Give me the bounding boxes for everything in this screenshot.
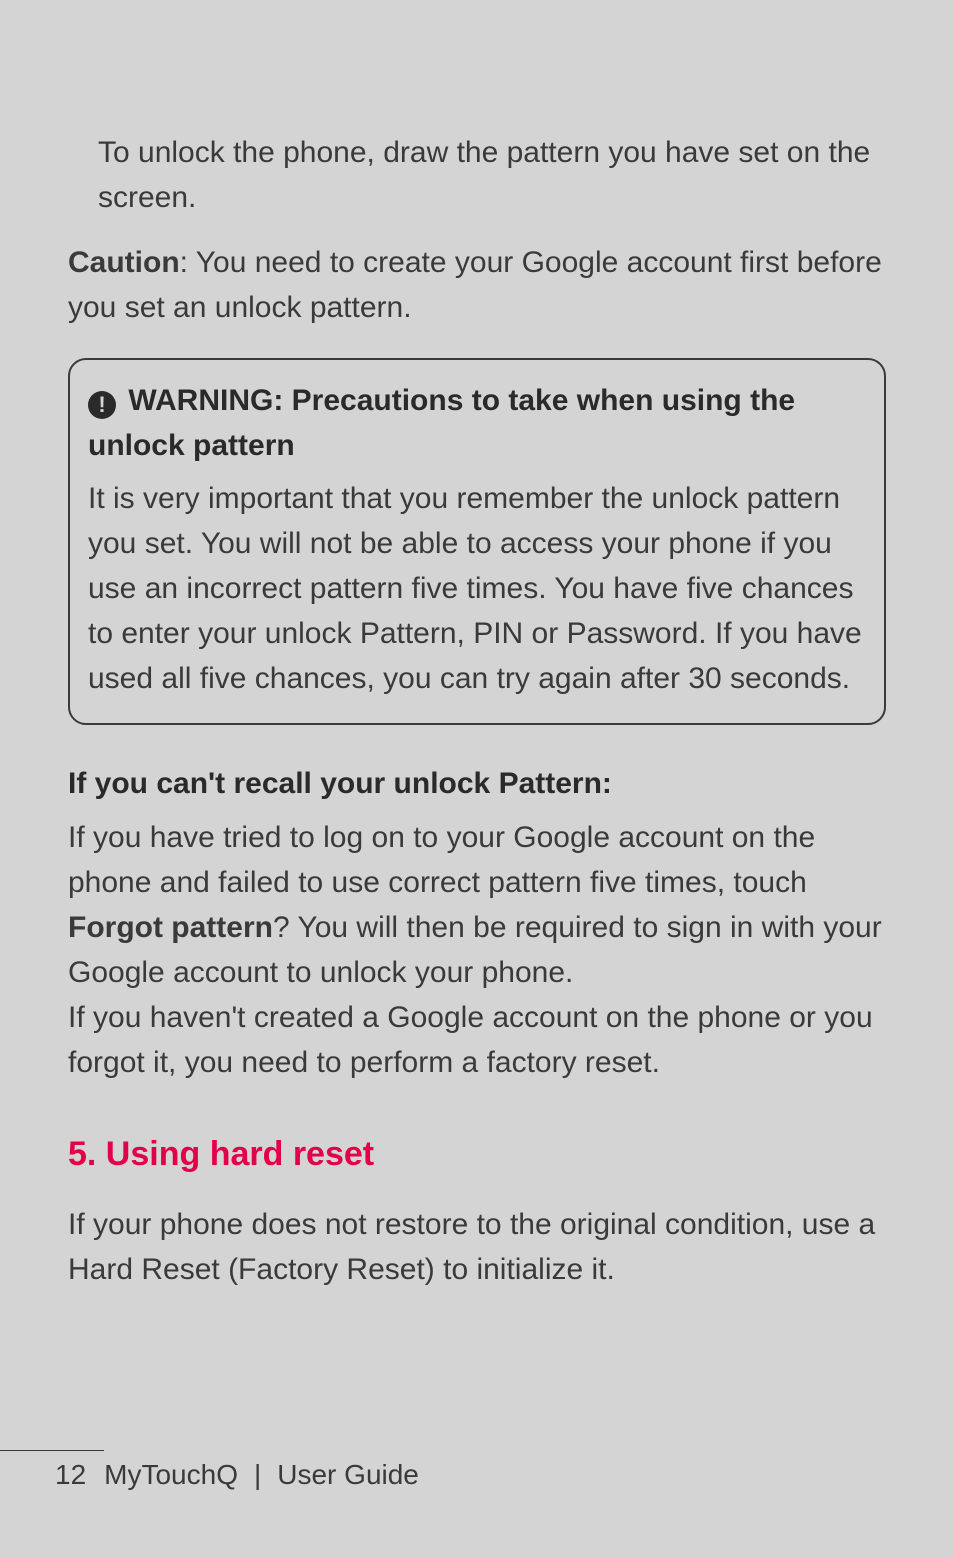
recall-paragraph-2: If you haven't created a Google account … [68,995,886,1085]
footer-product: MyTouchQ [104,1459,238,1491]
warning-callout: ! WARNING: Precautions to take when usin… [68,358,886,725]
footer-divider: | [254,1459,261,1491]
recall-paragraph-1: If you have tried to log on to your Goog… [68,815,886,995]
warning-body: It is very important that you remember t… [88,476,866,701]
recall-para1-a: If you have tried to log on to your Goog… [68,821,815,899]
caution-body: : You need to create your Google account… [68,246,882,324]
footer-rule [0,1450,104,1451]
footer-doc-title: User Guide [277,1459,419,1491]
forgot-pattern-label: Forgot pattern [68,911,273,944]
warning-title-prefix: WARNING [128,384,273,417]
caution-paragraph: Caution: You need to create your Google … [68,240,886,330]
page-footer: 12 MyTouchQ | User Guide [55,1459,419,1491]
recall-heading: If you can't recall your unlock Pattern: [68,767,886,801]
section-5: 5. Using hard reset If your phone does n… [68,1135,886,1292]
page-number: 12 [55,1459,86,1491]
section-5-body: If your phone does not restore to the or… [68,1202,886,1292]
caution-label: Caution [68,246,180,279]
recall-section: If you can't recall your unlock Pattern:… [68,767,886,1085]
warning-title: ! WARNING: Precautions to take when usin… [88,378,866,468]
warning-icon: ! [88,391,116,419]
section-5-heading: 5. Using hard reset [68,1135,886,1174]
intro-paragraph: To unlock the phone, draw the pattern yo… [98,130,886,220]
